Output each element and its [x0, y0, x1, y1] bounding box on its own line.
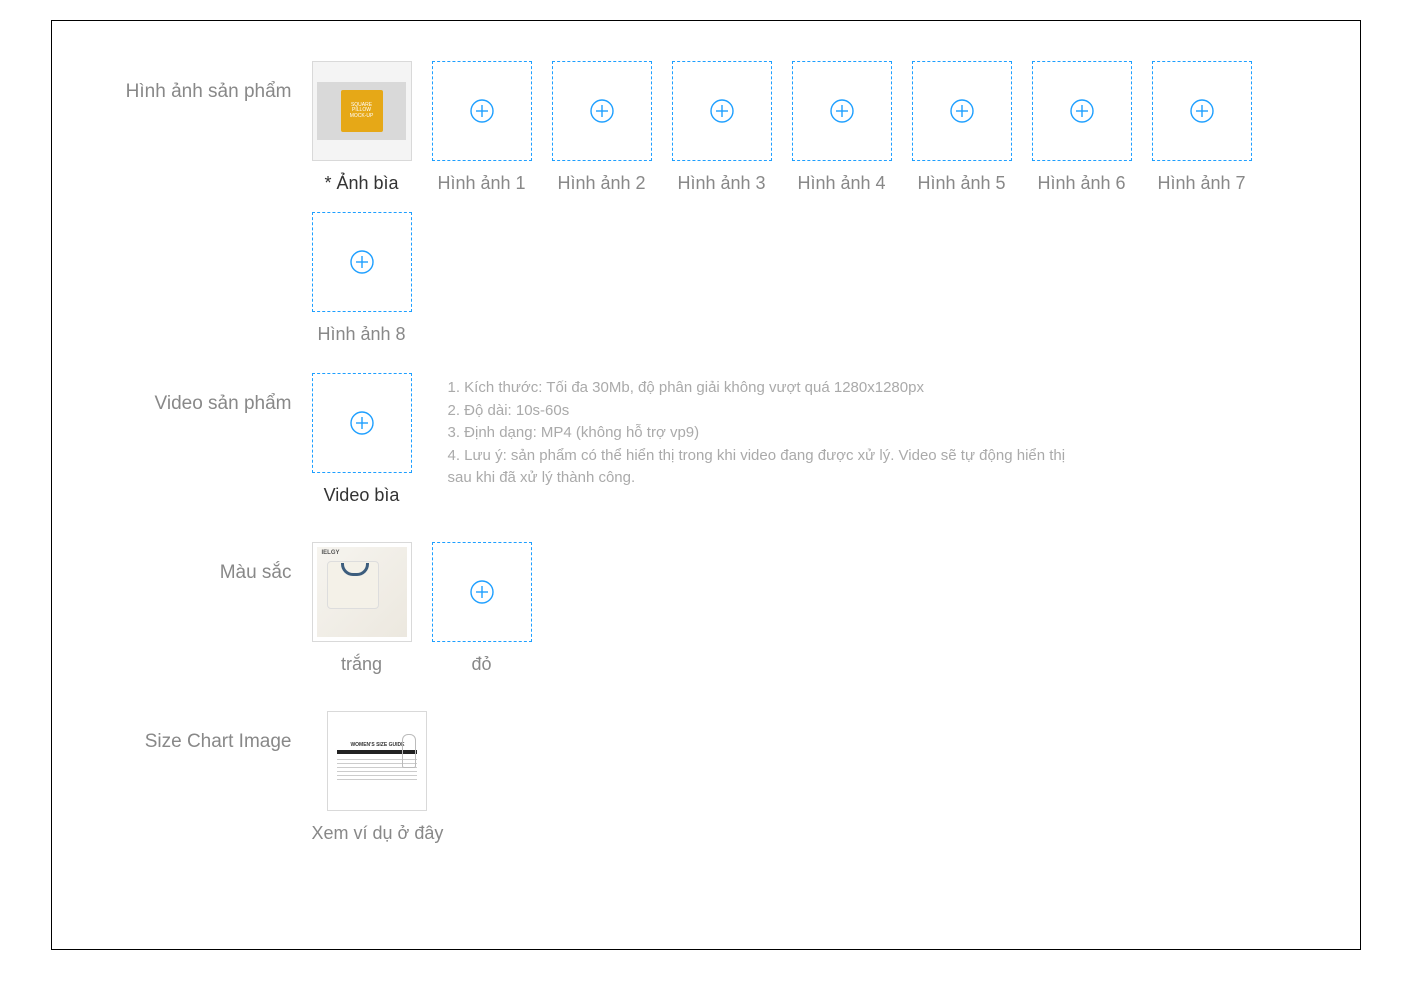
video-slot-label: Video bìa: [324, 485, 400, 506]
image-slot-4-label: Hình ảnh 4: [797, 173, 885, 194]
video-slot-box[interactable]: [312, 373, 412, 473]
image-slot-2-label: Hình ảnh 2: [557, 173, 645, 194]
color-slot-white: IELGY trắng: [312, 542, 412, 675]
image-slot-2: Hình ảnh 2: [552, 61, 652, 194]
plus-icon: [709, 98, 735, 124]
video-hint-3: 3. Định dạng: MP4 (không hỗ trợ vp9): [448, 422, 1088, 445]
image-slot-8-box[interactable]: [312, 212, 412, 312]
pillow-icon: SQUAREPILLOWMOCK-UP: [341, 90, 383, 132]
image-slot-7: Hình ảnh 7: [1152, 61, 1252, 194]
video-slot: Video bìa: [312, 373, 412, 506]
image-slot-cover-label: * Ảnh bìa: [324, 173, 398, 194]
sweater-thumb: IELGY: [317, 547, 407, 637]
image-slot-2-box[interactable]: [552, 61, 652, 161]
image-slot-3: Hình ảnh 3: [672, 61, 772, 194]
image-slot-7-label: Hình ảnh 7: [1157, 173, 1245, 194]
size-chart-link[interactable]: Xem ví dụ ở đây: [312, 823, 444, 844]
image-slot-8-label: Hình ảnh 8: [317, 324, 405, 345]
image-slot-3-label: Hình ảnh 3: [677, 173, 765, 194]
form-container: Hình ảnh sản phẩm SQUAREPILLOWMOCK-UP * …: [51, 20, 1361, 950]
label-size-chart: Size Chart Image: [82, 711, 312, 753]
image-slot-5-box[interactable]: [912, 61, 1012, 161]
color-red-label: đỏ: [471, 654, 491, 675]
color-slot-red-box[interactable]: [432, 542, 532, 642]
plus-icon: [949, 98, 975, 124]
color-white-label: trắng: [341, 654, 382, 675]
color-slot-white-box[interactable]: IELGY: [312, 542, 412, 642]
row-size-chart: Size Chart Image WOMEN'S SIZE GUIDE Xem …: [82, 711, 1330, 844]
plus-icon: [349, 249, 375, 275]
image-slot-8: Hình ảnh 8: [312, 212, 412, 345]
cover-image-thumb: SQUAREPILLOWMOCK-UP: [317, 82, 405, 141]
plus-icon: [1069, 98, 1095, 124]
plus-icon: [469, 98, 495, 124]
row-color: Màu sắc IELGY trắng đỏ: [82, 542, 1330, 675]
color-slot-red: đỏ: [432, 542, 532, 675]
plus-icon: [1189, 98, 1215, 124]
image-slot-cover: SQUAREPILLOWMOCK-UP * Ảnh bìa: [312, 61, 412, 194]
image-slot-6-box[interactable]: [1032, 61, 1132, 161]
image-slot-5: Hình ảnh 5: [912, 61, 1012, 194]
label-product-images: Hình ảnh sản phẩm: [82, 61, 312, 103]
video-hint-2: 2. Độ dài: 10s-60s: [448, 400, 1088, 423]
image-slot-1-label: Hình ảnh 1: [437, 173, 525, 194]
image-slot-3-box[interactable]: [672, 61, 772, 161]
size-chart-box[interactable]: WOMEN'S SIZE GUIDE: [327, 711, 427, 811]
label-product-video: Video sản phẩm: [82, 373, 312, 415]
video-hints: 1. Kích thước: Tối đa 30Mb, độ phân giải…: [448, 373, 1088, 506]
image-slot-5-label: Hình ảnh 5: [917, 173, 1005, 194]
image-slot-4: Hình ảnh 4: [792, 61, 892, 194]
plus-icon: [829, 98, 855, 124]
size-chart-slot: WOMEN'S SIZE GUIDE Xem ví dụ ở đây: [312, 711, 444, 844]
product-images-grid: SQUAREPILLOWMOCK-UP * Ảnh bìa Hình ảnh 1…: [312, 61, 1330, 194]
image-slot-7-box[interactable]: [1152, 61, 1252, 161]
image-slot-4-box[interactable]: [792, 61, 892, 161]
row-product-images-2: Hình ảnh 8: [82, 212, 1330, 345]
plus-icon: [349, 410, 375, 436]
row-product-video: Video sản phẩm Video bìa 1. Kích thước: …: [82, 373, 1330, 506]
image-slot-cover-box[interactable]: SQUAREPILLOWMOCK-UP: [312, 61, 412, 161]
plus-icon: [589, 98, 615, 124]
video-hint-1: 1. Kích thước: Tối đa 30Mb, độ phân giải…: [448, 377, 1088, 400]
image-slot-1-box[interactable]: [432, 61, 532, 161]
plus-icon: [469, 579, 495, 605]
image-slot-6: Hình ảnh 6: [1032, 61, 1132, 194]
image-slot-1: Hình ảnh 1: [432, 61, 532, 194]
video-hint-4: 4. Lưu ý: sản phẩm có thể hiển thị trong…: [448, 445, 1088, 490]
label-color: Màu sắc: [82, 542, 312, 584]
image-slot-6-label: Hình ảnh 6: [1037, 173, 1125, 194]
row-product-images: Hình ảnh sản phẩm SQUAREPILLOWMOCK-UP * …: [82, 61, 1330, 194]
